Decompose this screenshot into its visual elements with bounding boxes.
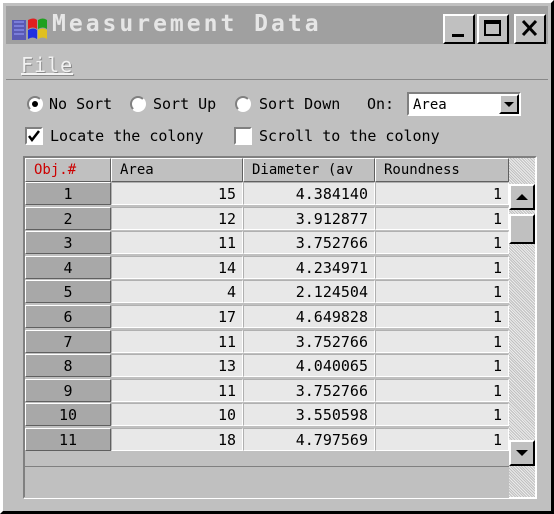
area-cell[interactable]: 13: [111, 354, 243, 378]
obj-cell[interactable]: 3: [25, 231, 111, 255]
sort-up-radio[interactable]: [130, 96, 146, 112]
obj-cell[interactable]: 10: [25, 403, 111, 427]
maximize-icon: [484, 20, 501, 36]
roundness-cell[interactable]: 1: [375, 255, 509, 279]
area-cell[interactable]: 12: [111, 206, 243, 230]
menu-file[interactable]: File: [21, 53, 73, 77]
sort-up-label[interactable]: Sort Up: [153, 95, 216, 113]
roundness-cell[interactable]: 1: [375, 378, 509, 402]
roundness-cell[interactable]: 1: [375, 354, 509, 378]
area-cell[interactable]: 11: [111, 378, 243, 402]
scroll-down-button[interactable]: [509, 440, 535, 466]
no-sort-label[interactable]: No Sort: [49, 95, 112, 113]
scroll-thumb[interactable]: [509, 214, 535, 244]
scroll-to-colony-label[interactable]: Scroll to the colony: [259, 127, 440, 145]
diameter-cell[interactable]: 3.912877: [243, 206, 375, 230]
scroll-to-colony-checkbox[interactable]: [234, 127, 252, 145]
close-button[interactable]: [514, 14, 546, 44]
diameter-cell[interactable]: 4.649828: [243, 305, 375, 328]
no-sort-radio[interactable]: [27, 96, 43, 112]
obj-cell[interactable]: 9: [25, 378, 111, 402]
sort-field-select[interactable]: Area: [407, 92, 521, 116]
roundness-cell[interactable]: 1: [375, 231, 509, 255]
area-cell[interactable]: 14: [111, 255, 243, 279]
diameter-cell[interactable]: 3.550598: [243, 403, 375, 427]
obj-cell[interactable]: 8: [25, 354, 111, 378]
area-cell[interactable]: 10: [111, 403, 243, 427]
diameter-cell[interactable]: 4.040065: [243, 354, 375, 378]
minimize-button[interactable]: [443, 14, 475, 44]
arrow-down-icon: [516, 450, 528, 456]
diameter-cell[interactable]: 3.752766: [243, 231, 375, 255]
sort-down-radio[interactable]: [235, 96, 251, 112]
checkmark-icon: [28, 130, 40, 143]
close-icon: [521, 19, 538, 37]
dropdown-button[interactable]: [499, 94, 519, 114]
column-header-area[interactable]: Area: [111, 158, 243, 182]
diameter-cell[interactable]: 4.797569: [243, 428, 375, 451]
obj-cell[interactable]: 1: [25, 182, 111, 205]
roundness-cell[interactable]: 1: [375, 428, 509, 451]
roundness-cell[interactable]: 1: [375, 280, 509, 304]
area-cell[interactable]: 15: [111, 182, 243, 205]
diameter-cell[interactable]: 3.752766: [243, 378, 375, 402]
measurement-table[interactable]: Obj.# Area Diameter (av Roundness 1 15 4.3…: [23, 156, 537, 499]
area-cell[interactable]: 18: [111, 428, 243, 451]
vertical-scrollbar[interactable]: [509, 158, 535, 497]
roundness-cell[interactable]: 1: [375, 305, 509, 328]
sort-on-label: On:: [367, 95, 395, 113]
roundness-cell[interactable]: 1: [375, 403, 509, 427]
obj-cell[interactable]: 11: [25, 428, 111, 451]
locate-colony-label[interactable]: Locate the colony: [50, 127, 204, 145]
sort-down-label[interactable]: Sort Down: [259, 95, 340, 113]
sort-field-value: Area: [413, 97, 447, 113]
area-cell[interactable]: 4: [111, 280, 243, 304]
obj-cell[interactable]: 5: [25, 280, 111, 304]
diameter-cell[interactable]: 4.234971: [243, 255, 375, 279]
maximize-button[interactable]: [477, 14, 509, 44]
diameter-cell[interactable]: 2.124504: [243, 280, 375, 304]
roundness-cell[interactable]: 1: [375, 329, 509, 353]
windows-app-icon: [12, 18, 47, 40]
area-cell[interactable]: 17: [111, 305, 243, 328]
locate-colony-checkbox[interactable]: [25, 127, 43, 145]
menu-bar: File: [6, 49, 548, 80]
roundness-cell[interactable]: 1: [375, 206, 509, 230]
horizontal-scrollbar-area[interactable]: [25, 466, 509, 498]
window-title: Measurement Data: [52, 11, 322, 37]
obj-cell[interactable]: 4: [25, 255, 111, 279]
scroll-up-button[interactable]: [509, 184, 535, 210]
area-cell[interactable]: 11: [111, 231, 243, 255]
column-header-diameter[interactable]: Diameter (av: [243, 158, 375, 182]
obj-cell[interactable]: 7: [25, 329, 111, 353]
title-bar[interactable]: Measurement Data: [6, 6, 548, 44]
obj-cell[interactable]: 2: [25, 206, 111, 230]
measurement-data-window: Measurement Data File No Sort Sort Up So…: [0, 0, 554, 514]
diameter-cell[interactable]: 3.752766: [243, 329, 375, 353]
area-cell[interactable]: 11: [111, 329, 243, 353]
column-header-obj[interactable]: Obj.#: [25, 158, 111, 182]
obj-cell[interactable]: 6: [25, 305, 111, 328]
minimize-icon: [452, 34, 464, 37]
chevron-down-icon: [504, 102, 514, 107]
arrow-up-icon: [516, 194, 528, 200]
column-header-roundness[interactable]: Roundness: [375, 158, 509, 182]
roundness-cell[interactable]: 1: [375, 182, 509, 205]
diameter-cell[interactable]: 4.384140: [243, 182, 375, 205]
